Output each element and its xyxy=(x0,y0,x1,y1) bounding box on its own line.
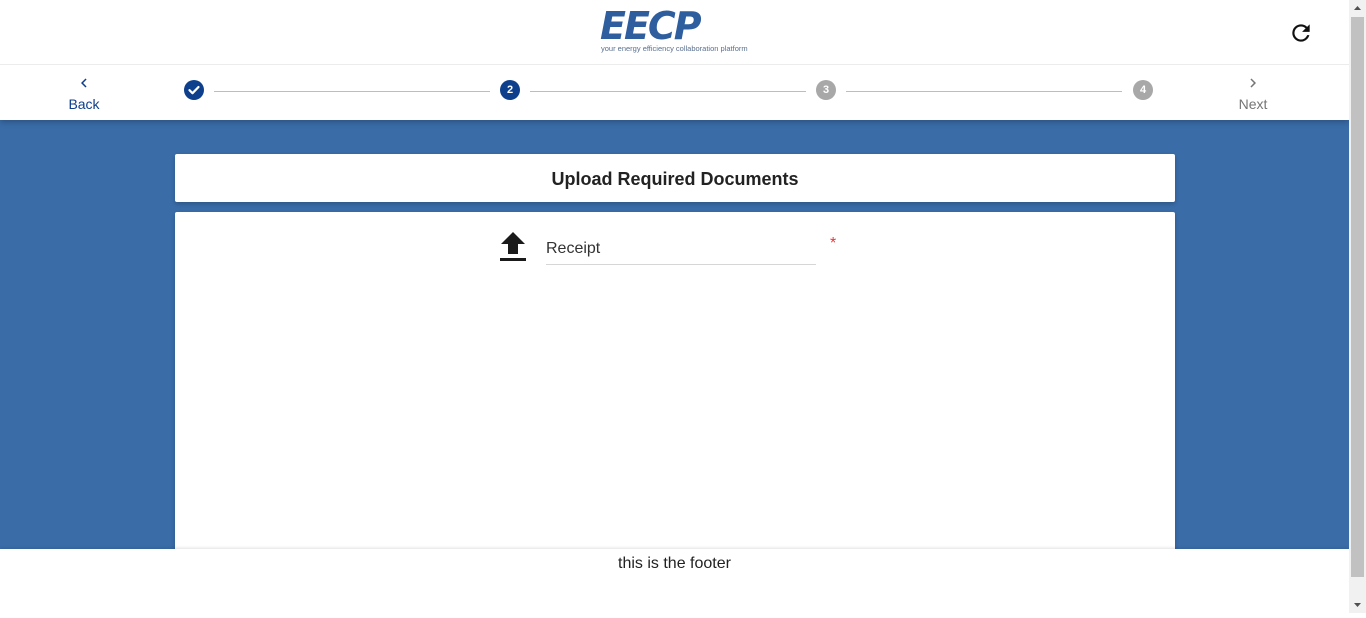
chevron-left-icon xyxy=(54,74,114,92)
step-connector xyxy=(530,91,806,92)
receipt-label: Receipt xyxy=(546,240,601,257)
check-icon xyxy=(188,85,200,95)
refresh-icon xyxy=(1292,24,1310,42)
vertical-scrollbar[interactable] xyxy=(1349,0,1366,613)
receipt-upload-field[interactable]: Receipt xyxy=(546,236,816,265)
upload-card: Receipt * xyxy=(175,212,1175,572)
step-1-complete[interactable] xyxy=(184,80,204,100)
step-2[interactable]: 2 xyxy=(500,80,520,100)
title-card: Upload Required Documents xyxy=(175,154,1175,202)
main-area: Upload Required Documents Receipt * xyxy=(0,120,1349,572)
app: EECP your energy efficiency collaboratio… xyxy=(0,0,1349,613)
chevron-right-icon xyxy=(1223,74,1283,92)
stepper: Back 2 3 4 Next xyxy=(0,64,1349,120)
logo-text: EECP xyxy=(600,4,702,48)
upload-row: Receipt * xyxy=(498,230,848,270)
footer: this is the footer xyxy=(0,549,1349,613)
back-button[interactable]: Back xyxy=(54,74,114,118)
next-label: Next xyxy=(1238,96,1268,112)
page-title: Upload Required Documents xyxy=(551,169,799,189)
scroll-up-arrow[interactable] xyxy=(1349,0,1366,17)
header: EECP your energy efficiency collaboratio… xyxy=(0,0,1349,120)
upload-button[interactable] xyxy=(498,230,528,264)
step-4[interactable]: 4 xyxy=(1133,80,1153,100)
next-button[interactable]: Next xyxy=(1223,74,1283,118)
scrollbar-thumb[interactable] xyxy=(1351,17,1364,577)
back-label: Back xyxy=(68,96,100,112)
logo-tagline: your energy efficiency collaboration pla… xyxy=(601,44,748,53)
refresh-button[interactable] xyxy=(1288,20,1314,46)
step-connector xyxy=(214,91,490,92)
step-connector xyxy=(846,91,1122,92)
upload-icon xyxy=(500,232,526,261)
step-3[interactable]: 3 xyxy=(816,80,836,100)
footer-text: this is the footer xyxy=(618,555,731,572)
scroll-down-arrow[interactable] xyxy=(1349,596,1366,613)
logo: EECP your energy efficiency collaboratio… xyxy=(600,6,750,56)
required-asterisk: * xyxy=(830,235,837,252)
top-bar: EECP your energy efficiency collaboratio… xyxy=(0,0,1349,65)
